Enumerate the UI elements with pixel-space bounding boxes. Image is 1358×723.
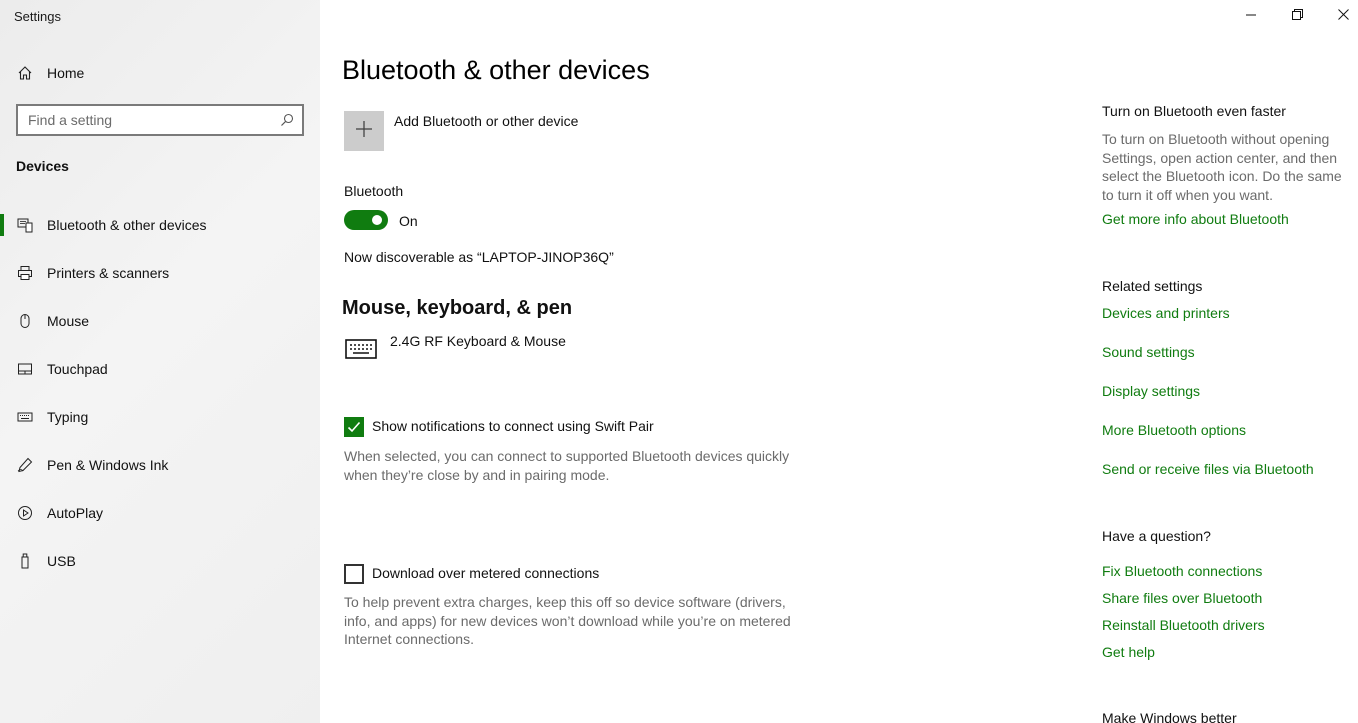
bluetooth-info-link[interactable]: Get more info about Bluetooth — [1102, 211, 1289, 227]
keyboard-icon — [16, 408, 34, 426]
autoplay-icon — [16, 504, 34, 522]
search-icon[interactable] — [280, 113, 294, 127]
sidebar-item-printers[interactable]: Printers & scanners — [0, 253, 320, 293]
sidebar: Settings Home Devices Bluetooth & other … — [0, 0, 320, 723]
make-windows-better-heading: Make Windows better — [1102, 710, 1237, 723]
sidebar-item-label: Printers & scanners — [47, 265, 170, 281]
restore-icon — [1291, 7, 1303, 25]
sidebar-item-label: Bluetooth & other devices — [47, 217, 207, 233]
display-settings-link[interactable]: Display settings — [1102, 383, 1200, 399]
sidebar-item-autoplay[interactable]: AutoPlay — [0, 493, 320, 533]
bluetooth-toggle[interactable] — [344, 210, 388, 230]
sidebar-item-mouse[interactable]: Mouse — [0, 301, 320, 341]
related-settings-heading: Related settings — [1102, 278, 1203, 294]
plus-icon — [355, 120, 373, 143]
metered-download-description: To help prevent extra charges, keep this… — [344, 594, 791, 647]
share-files-link[interactable]: Share files over Bluetooth — [1102, 590, 1262, 606]
question-heading: Have a question? — [1102, 528, 1211, 544]
get-help-link[interactable]: Get help — [1102, 644, 1155, 660]
sidebar-item-bluetooth[interactable]: Bluetooth & other devices — [0, 205, 320, 245]
sidebar-item-label: Pen & Windows Ink — [47, 457, 169, 473]
bluetooth-devices-icon — [16, 216, 34, 234]
sidebar-item-label: Touchpad — [47, 361, 108, 377]
sidebar-item-label: AutoPlay — [47, 505, 104, 521]
sidebar-item-label: Mouse — [47, 313, 90, 329]
sidebar-item-label: Typing — [47, 409, 89, 425]
sidebar-item-typing[interactable]: Typing — [0, 397, 320, 437]
checkmark-icon — [346, 421, 362, 439]
add-device-label[interactable]: Add Bluetooth or other device — [394, 113, 578, 129]
section-heading-mouse-keyboard-pen: Mouse, keyboard, & pen — [342, 297, 573, 319]
more-bluetooth-options-link[interactable]: More Bluetooth options — [1102, 422, 1246, 438]
swift-pair-label[interactable]: Show notifications to connect using Swif… — [372, 418, 654, 434]
page-title: Bluetooth & other devices — [342, 55, 650, 85]
restore-button[interactable] — [1274, 0, 1320, 32]
metered-download-label[interactable]: Download over metered connections — [372, 565, 599, 581]
discoverable-status: Now discoverable as “LAPTOP-JINOP36Q” — [344, 249, 614, 265]
touchpad-icon — [16, 360, 34, 378]
app-title: Settings — [14, 9, 61, 24]
metered-download-checkbox[interactable] — [344, 564, 364, 584]
sound-settings-link[interactable]: Sound settings — [1102, 344, 1195, 360]
reinstall-drivers-link[interactable]: Reinstall Bluetooth drivers — [1102, 617, 1265, 633]
faster-heading: Turn on Bluetooth even faster — [1102, 103, 1286, 119]
minimize-icon — [1246, 7, 1256, 25]
search-input[interactable] — [18, 106, 268, 134]
fix-bluetooth-link[interactable]: Fix Bluetooth connections — [1102, 563, 1262, 579]
printer-icon — [16, 264, 34, 282]
close-icon — [1337, 7, 1349, 25]
faster-description: To turn on Bluetooth without opening Set… — [1102, 131, 1342, 203]
pen-icon — [16, 456, 34, 474]
mouse-icon — [16, 312, 34, 330]
sidebar-item-touchpad[interactable]: Touchpad — [0, 349, 320, 389]
minimize-button[interactable] — [1228, 0, 1274, 32]
sidebar-item-label: USB — [47, 553, 76, 569]
device-item-keyboard-mouse[interactable]: 2.4G RF Keyboard & Mouse — [390, 333, 566, 349]
devices-printers-link[interactable]: Devices and printers — [1102, 305, 1230, 321]
sidebar-item-label: Home — [47, 65, 85, 81]
swift-pair-description: When selected, you can connect to suppor… — [344, 448, 790, 483]
sidebar-item-usb[interactable]: USB — [0, 541, 320, 581]
sidebar-item-home[interactable]: Home — [0, 53, 320, 93]
usb-icon — [16, 552, 34, 570]
search-box[interactable] — [16, 104, 304, 136]
section-heading-devices: Devices — [16, 158, 69, 174]
send-receive-files-link[interactable]: Send or receive files via Bluetooth — [1102, 461, 1314, 477]
swift-pair-checkbox[interactable] — [344, 417, 364, 437]
bluetooth-toggle-state: On — [399, 213, 418, 229]
bluetooth-label: Bluetooth — [344, 183, 404, 199]
toggle-knob — [372, 215, 382, 225]
keyboard-icon — [345, 337, 377, 361]
add-device-button[interactable] — [344, 111, 384, 151]
home-icon — [16, 64, 34, 82]
sidebar-item-pen[interactable]: Pen & Windows Ink — [0, 445, 320, 485]
close-button[interactable] — [1320, 0, 1358, 32]
